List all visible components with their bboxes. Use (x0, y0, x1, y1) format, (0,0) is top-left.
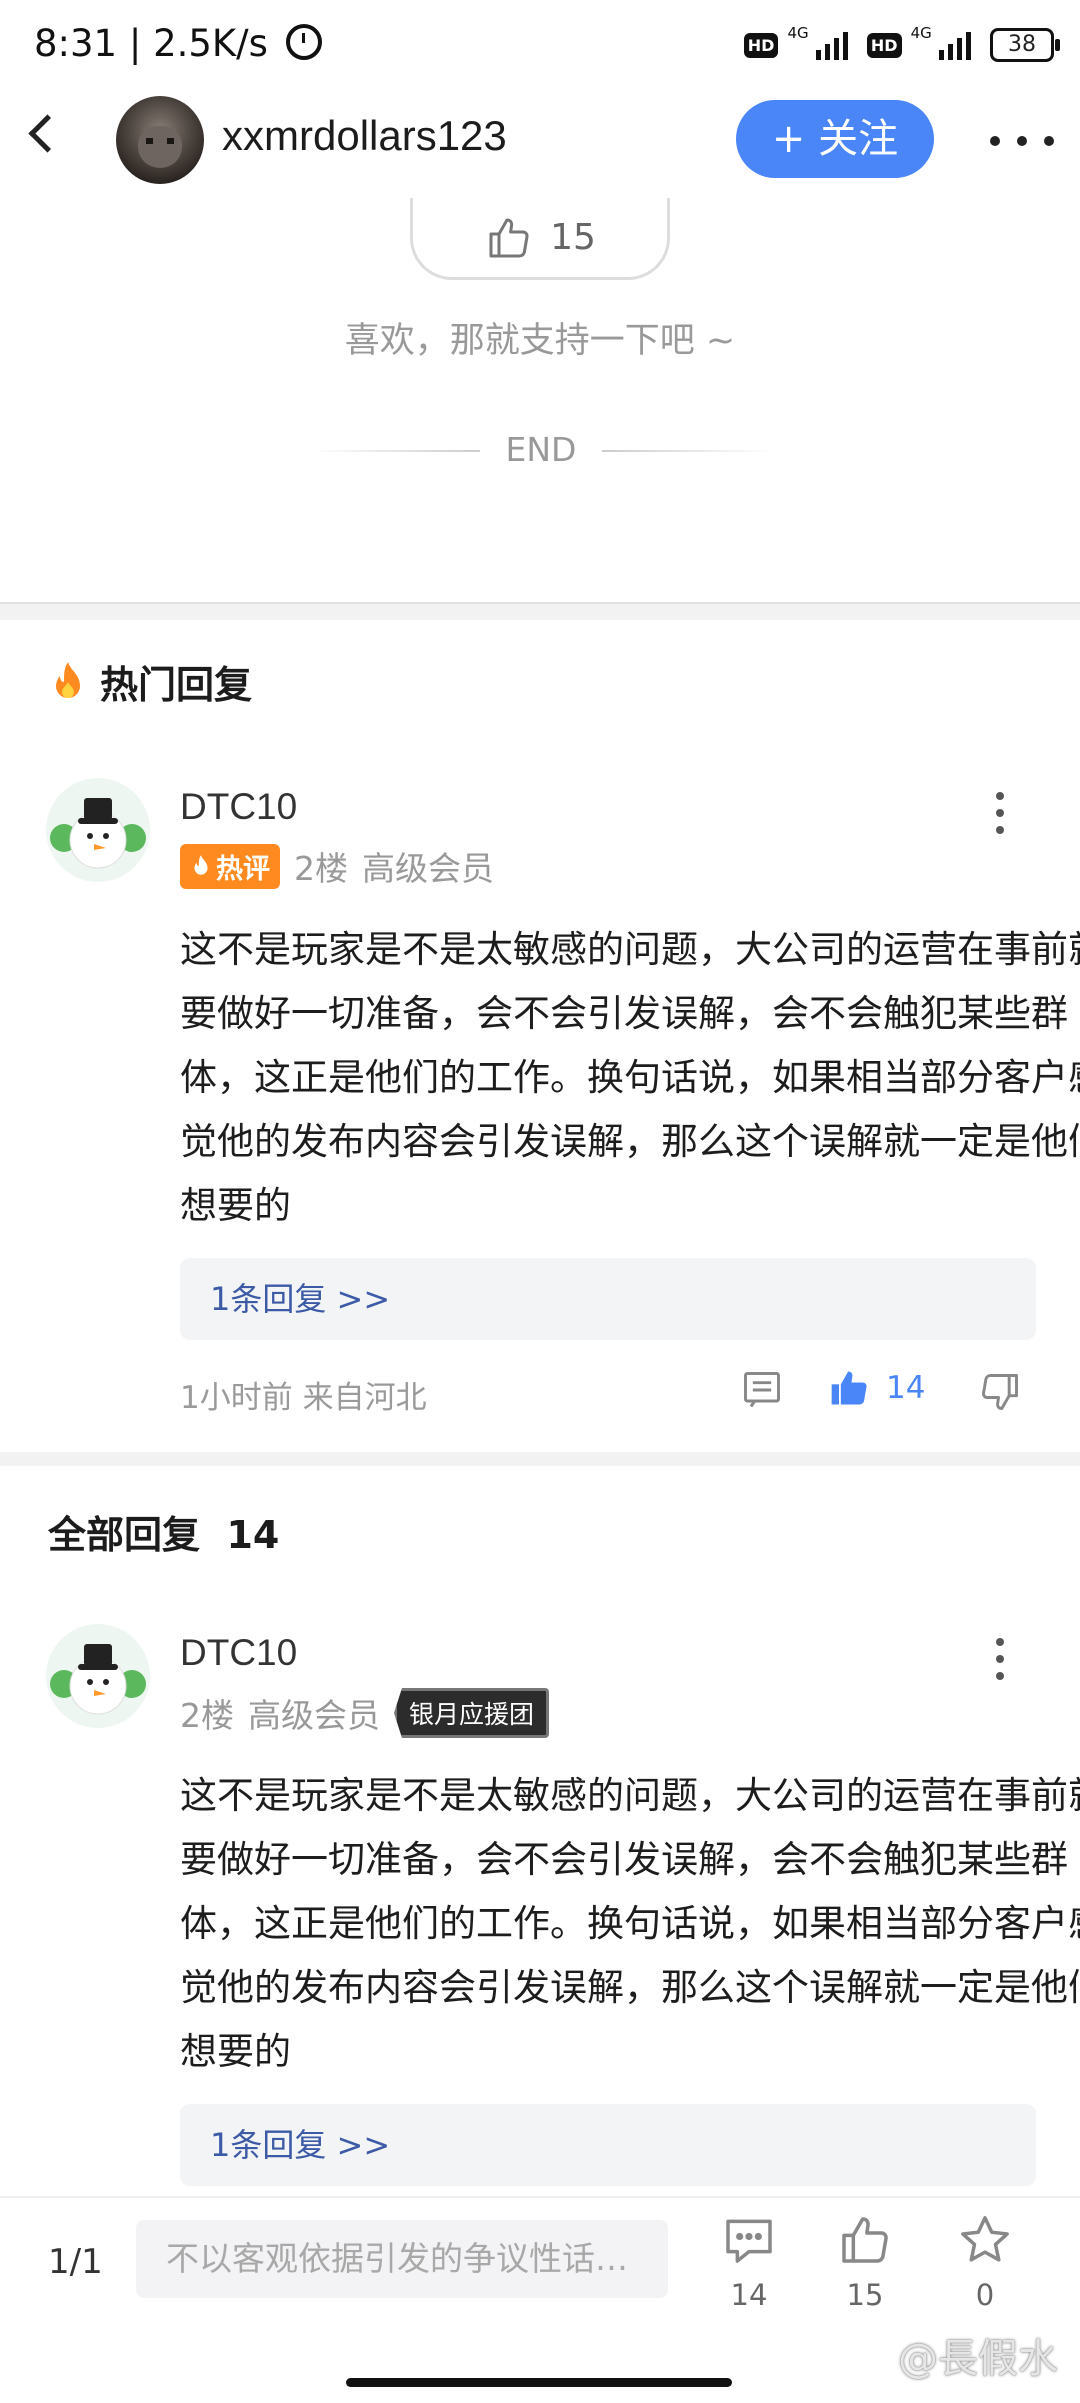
comment-like-button[interactable]: 14 (828, 1366, 925, 1410)
alarm-icon (285, 24, 322, 60)
flame-icon (194, 855, 208, 875)
comment-more-icon[interactable] (996, 1638, 1006, 1680)
network-type-1: 4G (787, 24, 809, 42)
hot-comment-badge: 热评 (180, 843, 280, 889)
section-separator (0, 602, 1080, 620)
battery-icon: 38 (990, 28, 1060, 62)
comment-icon (726, 2219, 772, 2263)
like-count: 15 (550, 217, 596, 258)
comments-button[interactable]: 14 (704, 2212, 794, 2312)
comments-count: 14 (730, 2278, 768, 2312)
signal-icon (815, 30, 848, 60)
back-icon[interactable] (28, 114, 67, 153)
all-replies-title: 全部回复 14 (48, 1513, 280, 1557)
favorite-button[interactable]: 0 (940, 2212, 1030, 2312)
member-level: 高级会员 (248, 1696, 380, 1735)
support-text: 喜欢，那就支持一下吧 ~ (344, 321, 736, 361)
dislike-icon[interactable] (978, 1370, 1022, 1418)
like-post-button[interactable]: 15 (820, 2212, 910, 2312)
reply-comment-icon[interactable] (740, 1368, 784, 1416)
page-indicator[interactable]: 1/1 (48, 2242, 103, 2282)
all-replies-count: 14 (226, 1513, 280, 1557)
username[interactable]: xxmrdollars123 (222, 112, 507, 160)
likes-count: 15 (846, 2278, 884, 2312)
end-label: END (505, 430, 577, 469)
status-time: 8:31 | 2.5K/s (34, 22, 268, 65)
comment-body: 这不是玩家是不是太敏感的问题，大公司的运营在事前就要做好一切准备，会不会引发误解… (180, 928, 1080, 1227)
signal-icon-2 (938, 30, 971, 60)
comment-more-icon[interactable] (996, 792, 1006, 834)
view-replies-link[interactable]: 1条回复 >> (180, 2104, 1036, 2186)
comment-floor: 2楼 (180, 1696, 234, 1735)
thumb-up-icon (489, 218, 529, 257)
hot-replies-title: 热门回复 (48, 654, 252, 709)
home-indicator[interactable] (346, 2378, 732, 2387)
member-level: 高级会员 (362, 849, 494, 888)
avatar[interactable] (46, 778, 150, 882)
comment-floor: 2楼 (294, 849, 348, 888)
hd-icon-2: HD (866, 32, 902, 58)
flame-icon (48, 660, 88, 704)
thumb-up-icon (842, 2217, 888, 2263)
comment-like-count: 14 (886, 1370, 926, 1406)
like-button[interactable]: 15 (410, 198, 670, 280)
avatar[interactable] (46, 1624, 150, 1728)
watermark: @長假水 (898, 2336, 1058, 2382)
comment-input[interactable]: 不以客观依据引发的争议性话… (136, 2220, 668, 2298)
comment-body: 这不是玩家是不是太敏感的问题，大公司的运营在事前就要做好一切准备，会不会引发误解… (180, 1774, 1080, 2073)
comment-time-location: 1小时前 来自河北 (180, 1380, 427, 1416)
hd-icon: HD (743, 32, 779, 58)
section-separator (0, 1452, 1080, 1466)
more-icon[interactable] (990, 136, 1054, 146)
status-bar: 8:31 | 2.5K/s HD 4G HD 4G 38 (0, 0, 1080, 90)
favorites-count: 0 (975, 2278, 995, 2312)
follow-button[interactable]: + 关注 (736, 100, 934, 178)
view-replies-link[interactable]: 1条回复 >> (180, 1258, 1036, 1340)
divider (602, 450, 772, 452)
group-badge: 银月应援团 (394, 1688, 550, 1738)
comment-author[interactable]: DTC10 (180, 786, 297, 828)
star-icon (961, 2216, 1009, 2262)
network-type-2: 4G (910, 24, 932, 42)
avatar[interactable] (116, 96, 204, 184)
divider (310, 450, 480, 452)
comment-author[interactable]: DTC10 (180, 1632, 297, 1674)
thumb-up-filled-icon (831, 1371, 867, 1405)
